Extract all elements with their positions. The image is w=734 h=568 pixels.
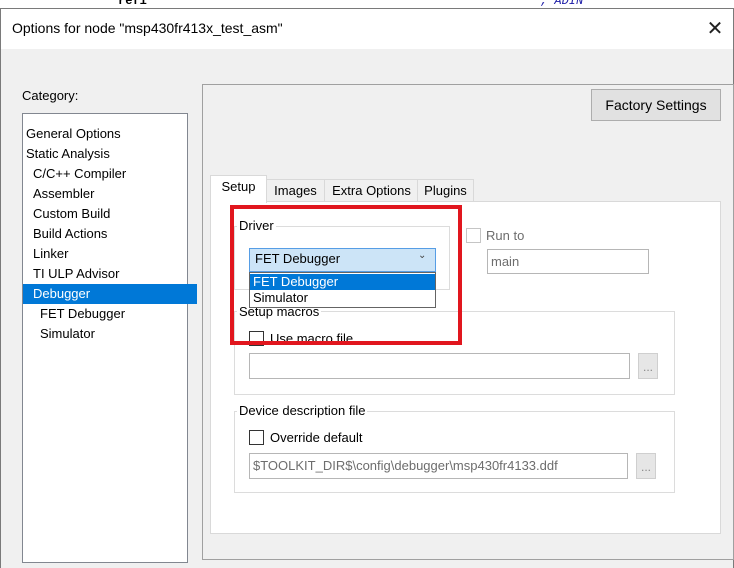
run-to-checkbox[interactable] — [466, 228, 481, 243]
macro-file-browse-button[interactable]: ... — [638, 353, 658, 379]
category-item-assembler[interactable]: Assembler — [23, 184, 197, 204]
tab-plugins[interactable]: Plugins — [417, 179, 474, 202]
dialog-title: Options for node "msp430fr413x_test_asm" — [12, 20, 283, 36]
category-item-linker[interactable]: Linker — [23, 244, 197, 264]
run-to-label: Run to — [486, 228, 525, 243]
device-description-group — [234, 411, 675, 493]
override-default-checkbox[interactable] — [249, 430, 264, 445]
category-item-custom-build[interactable]: Custom Build — [23, 204, 197, 224]
category-list[interactable]: General Options Static Analysis C/C++ Co… — [22, 113, 197, 563]
category-label: Category: — [22, 88, 79, 103]
category-item-c-cpp-compiler[interactable]: C/C++ Compiler — [23, 164, 197, 184]
device-description-browse-button[interactable]: ... — [636, 453, 656, 479]
background-code-comment: ; ADIN — [540, 0, 584, 8]
tab-setup[interactable]: Setup — [210, 175, 267, 203]
category-item-ti-ulp-advisor[interactable]: TI ULP Advisor — [23, 264, 197, 284]
background-editor-strip: refi ; ADIN — [0, 0, 734, 8]
close-icon[interactable]: ✕ — [697, 15, 733, 43]
highlight-box — [230, 205, 462, 345]
category-item-simulator[interactable]: Simulator — [23, 324, 204, 344]
title-bar: Options for node "msp430fr413x_test_asm"… — [1, 9, 733, 49]
category-item-debugger[interactable]: Debugger — [23, 284, 197, 304]
category-item-build-actions[interactable]: Build Actions — [23, 224, 197, 244]
macro-file-path-input[interactable] — [249, 353, 630, 379]
device-description-path-input[interactable]: $TOOLKIT_DIR$\config\debugger\msp430fr41… — [249, 453, 628, 479]
tab-extra-options[interactable]: Extra Options — [324, 179, 419, 202]
category-item-fet-debugger[interactable]: FET Debugger — [23, 304, 204, 324]
background-code-text: refi — [118, 0, 147, 8]
category-item-static-analysis[interactable]: Static Analysis — [23, 144, 190, 164]
run-to-input[interactable]: main — [487, 249, 649, 274]
tab-images[interactable]: Images — [265, 179, 326, 202]
device-description-group-label: Device description file — [237, 403, 368, 418]
factory-settings-button[interactable]: Factory Settings — [591, 89, 721, 121]
override-default-label: Override default — [270, 430, 363, 445]
category-item-general-options[interactable]: General Options — [23, 124, 190, 144]
